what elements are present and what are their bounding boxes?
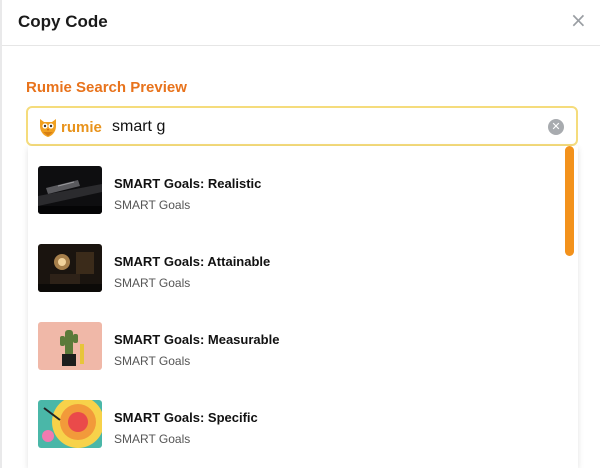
thumbnail-image [38, 244, 102, 292]
result-title: SMART Goals: Measurable [114, 332, 280, 347]
result-subtitle: SMART Goals [114, 354, 191, 368]
copy-code-modal: Copy Code × Rumie Search Preview rumie ✕ [2, 0, 600, 468]
result-subtitle: SMART Goals [114, 276, 191, 290]
target-thumbnail [38, 400, 102, 448]
result-title: SMART Goals: Realistic [114, 176, 262, 191]
close-icon[interactable]: × [570, 10, 587, 30]
result-item[interactable]: SMART Goals: Realistic SMART Goals [28, 146, 568, 224]
result-title: SMART Goals: Attainable [114, 254, 271, 269]
cactus-thumbnail [38, 322, 102, 370]
modal-title: Copy Code [18, 12, 108, 31]
owl-icon [40, 119, 56, 137]
clear-icon[interactable]: ✕ [548, 119, 564, 135]
result-item[interactable]: SMART Goals: Measurable SMART Goals [28, 302, 568, 380]
thumbnail-image [38, 400, 102, 448]
result-title: SMART Goals: Specific [114, 410, 258, 425]
thumbnail-image [38, 166, 102, 214]
piano-thumbnail [38, 166, 102, 214]
rumie-logo: rumie [38, 116, 102, 138]
room-thumbnail [38, 244, 102, 292]
result-item[interactable]: SMART Goals: Attainable SMART Goals [28, 224, 568, 302]
search-box: rumie ✕ [26, 106, 578, 146]
logo-text: rumie [61, 118, 102, 136]
results-dropdown: SMART Goals: Realistic SMART Goals SMART… [28, 146, 578, 468]
search-input[interactable] [112, 115, 532, 139]
scroll-thumb[interactable] [565, 146, 574, 256]
result-item[interactable]: SMART Goals: Specific SMART Goals [28, 380, 568, 458]
modal-header: Copy Code × [2, 0, 600, 46]
results-scrollbar[interactable] [565, 146, 574, 468]
result-subtitle: SMART Goals [114, 432, 191, 446]
section-label: Rumie Search Preview [26, 79, 187, 96]
result-subtitle: SMART Goals [114, 198, 191, 212]
thumbnail-image [38, 322, 102, 370]
